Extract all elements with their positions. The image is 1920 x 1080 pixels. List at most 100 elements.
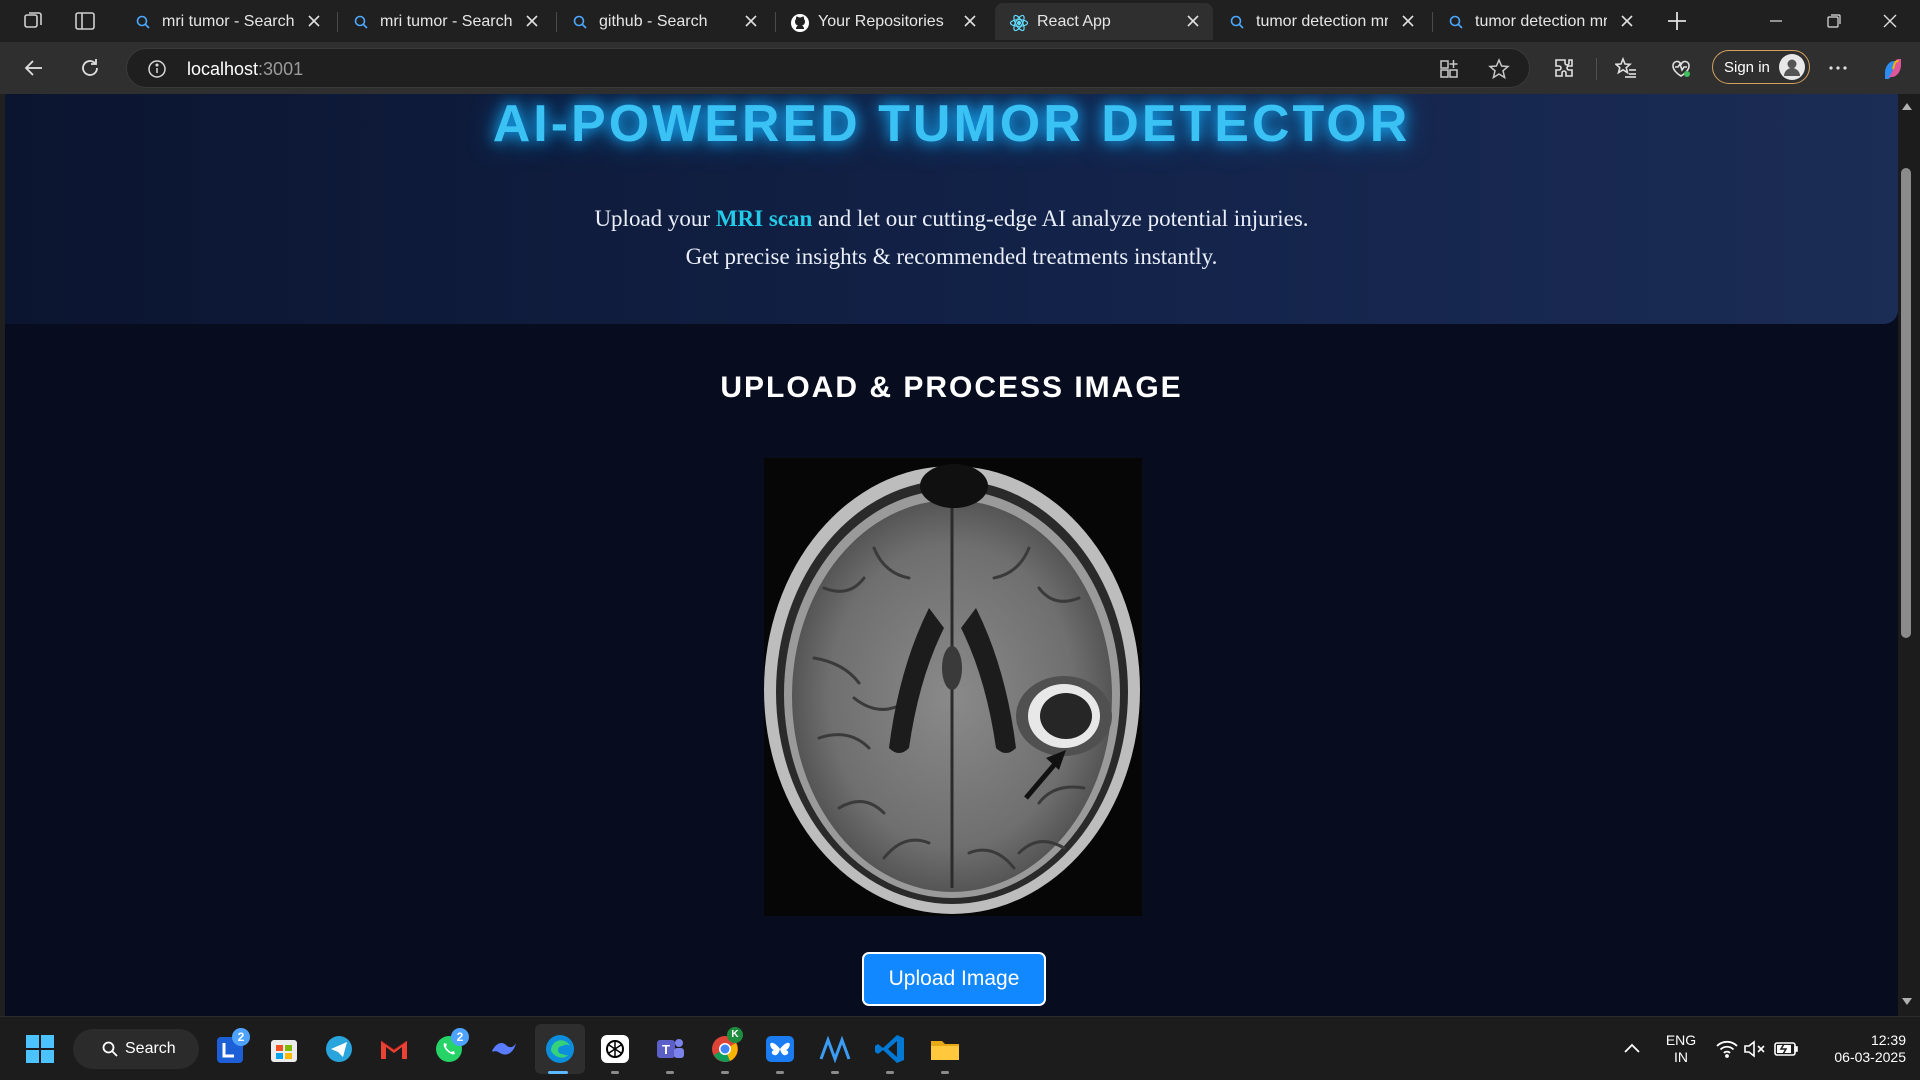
vscode-icon[interactable] bbox=[872, 1031, 908, 1067]
address-host: localhost bbox=[187, 59, 259, 79]
file-explorer-icon[interactable] bbox=[927, 1031, 963, 1067]
show-hidden-icons-chevron-up-icon[interactable] bbox=[1618, 1031, 1646, 1067]
site-info-icon[interactable] bbox=[147, 59, 167, 79]
close-icon[interactable] bbox=[1398, 11, 1418, 31]
chrome-profile-badge: K bbox=[727, 1027, 743, 1043]
vertical-tabs-icon[interactable] bbox=[72, 8, 98, 34]
close-window-button[interactable] bbox=[1862, 0, 1918, 42]
address-bar[interactable]: localhost:3001 bbox=[126, 48, 1530, 88]
volume-muted-icon[interactable] bbox=[1742, 1031, 1768, 1067]
tab-tumor-detection-mri-2[interactable]: tumor detection mri images bbox=[1433, 3, 1647, 40]
search-icon bbox=[352, 13, 370, 31]
search-icon bbox=[571, 13, 589, 31]
language-region: IN bbox=[1674, 1049, 1688, 1065]
scroll-up-arrow-icon[interactable] bbox=[1900, 100, 1914, 114]
search-icon bbox=[134, 13, 152, 31]
teams-icon[interactable]: T bbox=[652, 1031, 688, 1067]
web-page: AI-POWERED TUMOR DETECTOR Upload your MR… bbox=[5, 94, 1898, 1016]
copilot-icon[interactable] bbox=[1876, 52, 1908, 84]
tab-mri-tumor-search[interactable]: mri tumor - Search bbox=[120, 3, 334, 40]
scrollbar-thumb[interactable] bbox=[1901, 168, 1911, 638]
sign-in-label: Sign in bbox=[1724, 59, 1770, 76]
mri-scan-image bbox=[764, 458, 1142, 916]
app-available-icon[interactable] bbox=[1437, 57, 1461, 81]
running-indicator bbox=[721, 1071, 729, 1074]
hero-text-pre: Upload your bbox=[594, 206, 716, 231]
hero-highlight-mri-scan: MRI scan bbox=[715, 206, 813, 231]
copilot-shield-icon[interactable] bbox=[486, 1031, 522, 1067]
clock-date: 06-03-2025 bbox=[1834, 1049, 1906, 1065]
tab-title: React App bbox=[1037, 13, 1111, 30]
wifi-icon[interactable] bbox=[1714, 1031, 1740, 1067]
close-icon[interactable] bbox=[960, 11, 980, 31]
windows-start-icon[interactable] bbox=[22, 1031, 58, 1067]
react-icon bbox=[1009, 13, 1029, 32]
address-url[interactable]: localhost:3001 bbox=[187, 59, 303, 79]
toolbar-separator bbox=[1596, 58, 1597, 80]
gmail-icon[interactable] bbox=[376, 1031, 412, 1067]
close-icon[interactable] bbox=[741, 11, 761, 31]
tab-title: mri tumor - Search Images bbox=[380, 13, 512, 30]
tab-github-search[interactable]: github - Search bbox=[557, 3, 771, 40]
microsoft-store-icon[interactable] bbox=[266, 1031, 302, 1067]
hero-section: AI-POWERED TUMOR DETECTOR Upload your MR… bbox=[5, 94, 1898, 324]
running-indicator bbox=[886, 1071, 894, 1074]
extensions-icon[interactable] bbox=[1548, 52, 1580, 84]
github-icon bbox=[790, 13, 809, 32]
favorites-icon[interactable] bbox=[1610, 52, 1642, 84]
dev-tool-icon[interactable] bbox=[817, 1031, 853, 1067]
close-icon[interactable] bbox=[1617, 11, 1637, 31]
language-indicator[interactable]: ENG IN bbox=[1660, 1032, 1702, 1066]
close-icon[interactable] bbox=[304, 11, 324, 31]
windows-taskbar: Search 2 2 T K ENG IN 12:39 06-03-2025 bbox=[0, 1016, 1920, 1080]
tab-title: Your Repositories bbox=[818, 13, 944, 30]
tab-title: github - Search bbox=[599, 13, 708, 30]
tab-react-app[interactable]: React App bbox=[995, 3, 1213, 40]
running-indicator bbox=[611, 1071, 619, 1074]
edge-browser-icon[interactable] bbox=[542, 1031, 578, 1067]
browser-toolbar: localhost:3001 Sign in bbox=[0, 42, 1920, 94]
restore-button[interactable] bbox=[1806, 0, 1862, 42]
new-tab-plus-icon[interactable] bbox=[1664, 8, 1690, 34]
running-indicator bbox=[941, 1071, 949, 1074]
running-indicator bbox=[776, 1071, 784, 1074]
upload-image-button[interactable]: Upload Image bbox=[862, 952, 1046, 1006]
refresh-button[interactable] bbox=[74, 52, 106, 84]
search-icon bbox=[102, 1041, 118, 1057]
running-indicator bbox=[548, 1071, 568, 1074]
close-icon[interactable] bbox=[522, 11, 542, 31]
whatsapp-badge: 2 bbox=[451, 1028, 469, 1046]
browser-tab-strip: mri tumor - Search mri tumor - Search Im… bbox=[0, 0, 1920, 42]
tab-title: tumor detection mri images bbox=[1256, 13, 1388, 30]
search-icon bbox=[1228, 13, 1246, 31]
language-code: ENG bbox=[1665, 1032, 1697, 1048]
hero-text-post: and let our cutting-edge AI analyze pote… bbox=[812, 206, 1309, 231]
minimize-button[interactable] bbox=[1748, 0, 1804, 42]
close-icon[interactable] bbox=[1183, 11, 1203, 31]
telegram-icon[interactable] bbox=[321, 1031, 357, 1067]
tab-your-repositories[interactable]: Your Repositories bbox=[776, 3, 990, 40]
tab-mri-tumor-search-images[interactable]: mri tumor - Search Images bbox=[338, 3, 552, 40]
scroll-down-arrow-icon[interactable] bbox=[1900, 994, 1914, 1008]
favorite-star-icon[interactable] bbox=[1487, 57, 1511, 81]
system-clock[interactable]: 12:39 06-03-2025 bbox=[1810, 1032, 1906, 1066]
tab-title: mri tumor - Search bbox=[162, 13, 294, 30]
tab-tumor-detection-mri-1[interactable]: tumor detection mri images bbox=[1214, 3, 1428, 40]
sign-in-button[interactable]: Sign in bbox=[1712, 50, 1810, 84]
workspaces-icon[interactable] bbox=[20, 8, 46, 34]
launcher-badge: 2 bbox=[232, 1028, 250, 1046]
more-menu-icon[interactable] bbox=[1822, 52, 1854, 84]
clock-time: 12:39 bbox=[1870, 1032, 1906, 1048]
battery-charging-icon[interactable] bbox=[1772, 1031, 1800, 1067]
bluesky-butterfly-icon[interactable] bbox=[762, 1031, 798, 1067]
tab-title: tumor detection mri images bbox=[1475, 13, 1607, 30]
chatgpt-icon[interactable] bbox=[597, 1031, 633, 1067]
running-indicator bbox=[831, 1071, 839, 1074]
hero-description-line-2: Get precise insights & recommended treat… bbox=[685, 244, 1218, 269]
running-indicator bbox=[666, 1071, 674, 1074]
back-button[interactable] bbox=[18, 52, 50, 84]
browser-essentials-icon[interactable] bbox=[1665, 52, 1697, 84]
profile-avatar-icon bbox=[1779, 54, 1805, 80]
page-title: AI-POWERED TUMOR DETECTOR bbox=[492, 95, 1411, 153]
taskbar-search[interactable]: Search bbox=[73, 1029, 199, 1069]
